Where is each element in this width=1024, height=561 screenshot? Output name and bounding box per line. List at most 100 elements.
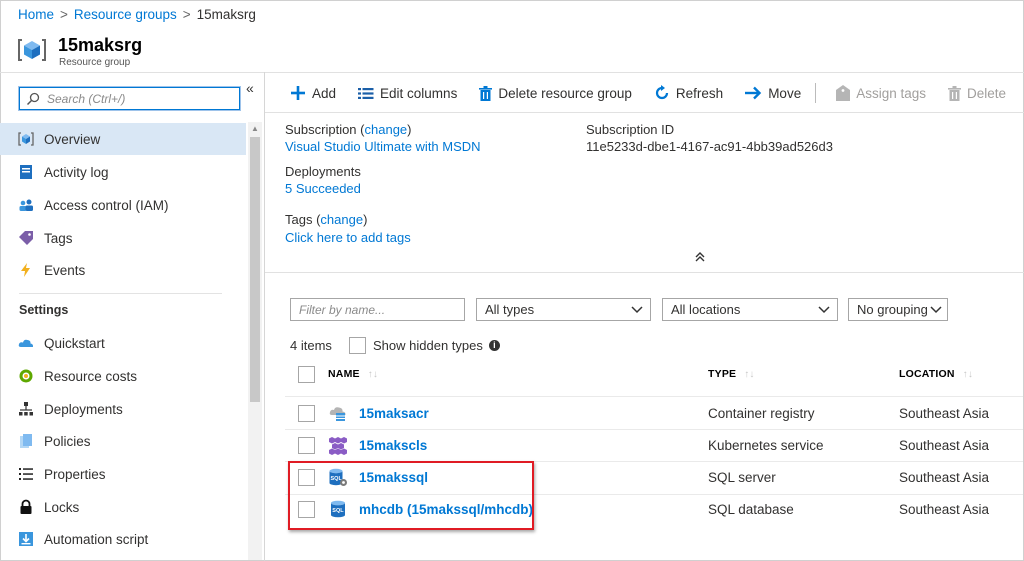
refresh-icon [654,85,670,101]
sidebar-item-properties[interactable]: Properties [0,458,246,490]
sidebar-item-tags[interactable]: Tags [0,222,246,254]
deployments-link[interactable]: 5 Succeeded [285,181,361,196]
sidebar-item-label: Resource costs [44,368,138,384]
select-all-checkbox[interactable] [298,366,315,383]
sort-icon: ↑↓ [744,369,755,380]
sidebar-item-label: Automation script [44,531,149,547]
command-bar: Add Edit columns Delete resource group R… [290,83,1024,103]
column-header-type-label: TYPE [708,368,737,380]
container-registry-icon [329,407,346,421]
breadcrumb-resource-groups[interactable]: Resource groups [74,7,177,22]
sidebar-item-label: Activity log [44,164,109,180]
table-header-divider [285,396,1023,397]
resource-location: Southeast Asia [899,470,990,485]
column-header-location[interactable]: LOCATION ↑↓ [899,368,973,380]
lock-icon [18,499,34,515]
trash-icon [479,85,493,101]
add-tags-link[interactable]: Click here to add tags [285,230,411,245]
delete-button[interactable]: Delete [948,85,1006,101]
column-header-type[interactable]: TYPE ↑↓ [708,368,755,380]
essentials-divider [265,272,1024,273]
show-hidden-types-label: Show hidden types [373,338,483,353]
sidebar-scroll-thumb[interactable] [250,137,260,402]
info-icon[interactable]: i [488,340,500,351]
change-tags-link[interactable]: change [320,212,363,227]
sidebar-item-locks[interactable]: Locks [0,491,246,523]
subscription-id-label: Subscription ID [586,122,675,137]
grouping-dropdown[interactable]: No grouping [848,298,948,321]
collapse-sidebar-button[interactable]: « [246,80,254,96]
sidebar-item-label: Properties [44,466,106,482]
sidebar-item-label: Policies [44,433,91,449]
refresh-button[interactable]: Refresh [654,85,723,101]
collapse-essentials-icon[interactable] [694,251,706,263]
show-hidden-types-checkbox[interactable] [349,337,366,354]
tags-label: Tags (change) [285,212,368,227]
deployments-label: Deployments [285,164,361,179]
subscription-value-link[interactable]: Visual Studio Ultimate with MSDN [285,139,481,154]
column-header-name[interactable]: NAME ↑↓ [328,368,378,380]
sidebar-item-label: Events [44,262,86,278]
toolbar-divider [265,112,1024,113]
sidebar-item-automation-script[interactable]: Automation script [0,523,246,555]
sidebar-item-label: Deployments [44,401,123,417]
edit-columns-button[interactable]: Edit columns [358,86,457,101]
kubernetes-icon [329,437,347,455]
resource-location: Southeast Asia [899,502,990,517]
change-subscription-link[interactable]: change [365,122,408,137]
breadcrumb-home[interactable]: Home [18,7,54,22]
chevron-down-icon [631,306,643,314]
add-button[interactable]: Add [290,85,336,101]
move-button[interactable]: Move [745,86,801,101]
sidebar-item-events[interactable]: Events [0,254,246,286]
grouping-dropdown-value: No grouping [857,302,928,317]
sidebar-search[interactable] [18,86,241,111]
sidebar-section-settings: Settings [19,303,69,317]
scroll-up-arrow-icon[interactable]: ▲ [251,124,259,133]
download-icon [18,531,34,547]
subscription-label-text: Subscription [285,122,357,137]
search-input[interactable] [47,90,233,107]
filter-by-name-input[interactable] [290,298,465,321]
types-dropdown-value: All types [485,302,535,317]
types-dropdown[interactable]: All types [476,298,651,321]
page-subtitle: Resource group [59,57,131,68]
users-icon [18,197,34,213]
locations-dropdown[interactable]: All locations [662,298,838,321]
sidebar-item-quickstart[interactable]: Quickstart [0,327,246,359]
plus-icon [290,85,306,101]
add-button-label: Add [312,85,337,101]
column-header-name-label: NAME [328,368,360,380]
sidebar-divider [264,72,265,561]
delete-resource-group-button[interactable]: Delete resource group [479,85,632,101]
deploy-icon [18,401,34,417]
edit-columns-label: Edit columns [380,85,458,101]
resource-type: Container registry [708,406,815,421]
move-label: Move [768,85,802,101]
breadcrumb-current: 15maksrg [196,7,256,22]
row-checkbox[interactable] [298,405,315,422]
sidebar-item-policies[interactable]: Policies [0,425,246,457]
resource-type: SQL database [708,502,794,517]
sidebar-item-resource-costs[interactable]: Resource costs [0,360,246,392]
delete-resource-group-label: Delete resource group [498,85,632,101]
sort-icon: ↑↓ [367,369,379,380]
resource-location: Southeast Asia [899,438,990,453]
sidebar-item-label: Access control (IAM) [44,197,169,213]
row-checkbox[interactable] [298,437,315,454]
sidebar-item-access-control[interactable]: Access control (IAM) [0,189,246,221]
sidebar-item-label: Overview [44,131,101,147]
assign-tags-button[interactable]: Assign tags [836,85,926,101]
sidebar-item-activity-log[interactable]: Activity log [0,156,246,188]
trash-icon [948,85,961,101]
sidebar-item-label: Locks [44,499,80,515]
policy-icon [18,433,34,449]
lightning-icon [18,262,34,278]
resource-name-link[interactable]: 15maksacr [359,406,429,421]
sidebar-section-divider [19,293,222,294]
resource-name-link[interactable]: 15makscls [359,438,427,453]
sidebar-item-label: Tags [44,230,73,246]
tags-label-text: Tags [285,212,313,227]
sidebar-item-overview[interactable]: Overview [0,123,246,155]
sidebar-item-deployments[interactable]: Deployments [0,393,246,425]
